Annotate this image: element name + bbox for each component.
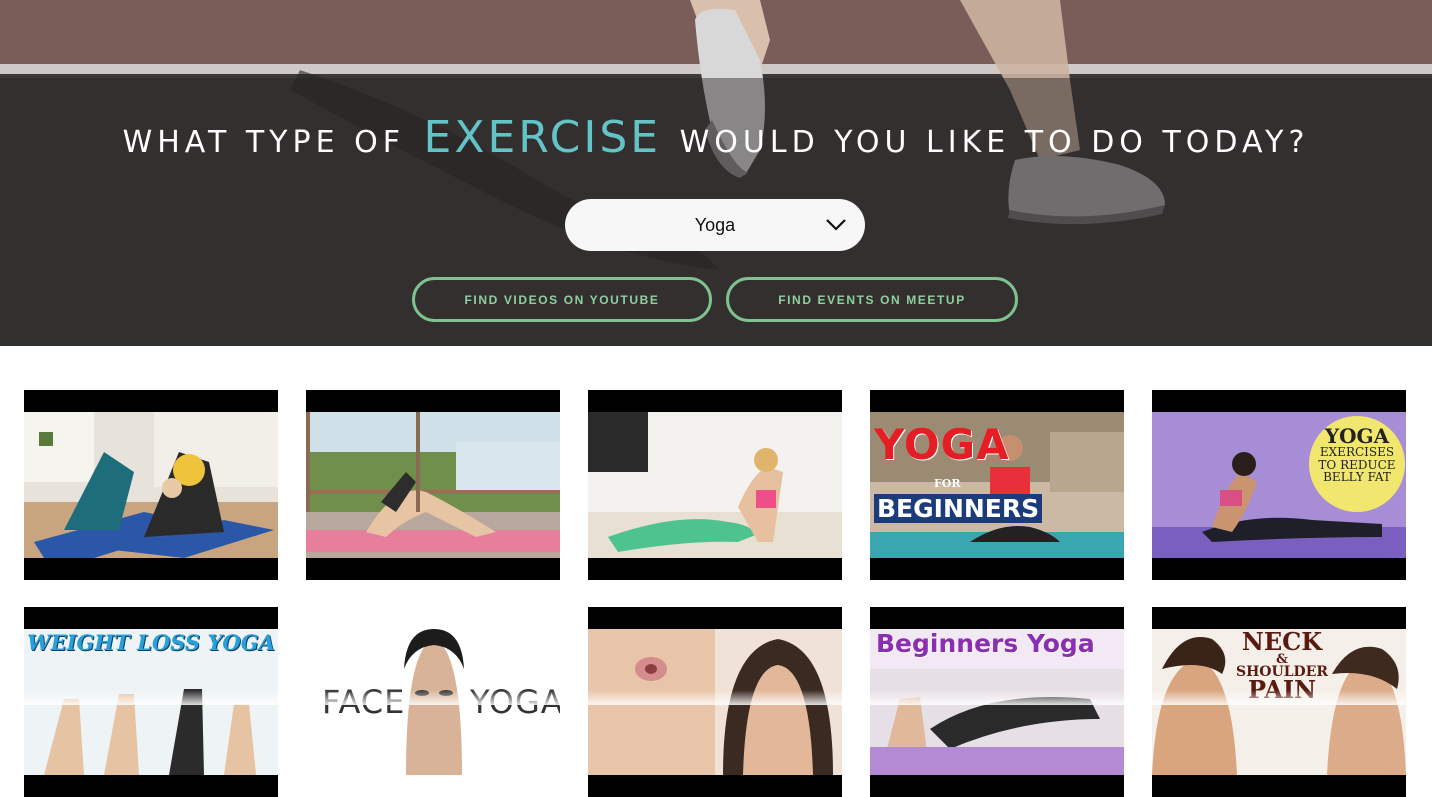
thumbnail-caption: YOGA EXERCISES TO REDUCE BELLY FAT [1318,424,1396,484]
chevron-down-icon [826,219,846,231]
video-image [24,412,278,558]
video-thumbnail[interactable] [24,390,278,580]
exercise-select[interactable]: Yoga [565,199,865,251]
thumbnail-caption: YOGA [874,420,1010,469]
question-text-before: WHAT TYPE OF [122,125,405,160]
find-videos-youtube-button[interactable]: FIND VIDEOS ON YOUTUBE [412,277,712,322]
video-thumbnail[interactable] [306,390,560,580]
find-events-meetup-label: FIND EVENTS ON MEETUP [778,292,966,307]
hero-banner: WHAT TYPE OF EXERCISE WOULD YOU LIKE TO … [0,0,1432,346]
thumbnail-caption: Beginners Yoga [876,629,1095,658]
thumbnail-caption: BEGINNERS [874,494,1043,523]
video-image [306,412,560,558]
exercise-select-value: Yoga [694,214,736,235]
thumbnail-caption: WEIGHT LOSS YOGA [27,630,275,655]
question-text-after: WOULD YOU LIKE TO DO TODAY? [679,125,1310,160]
video-results-grid: YOGA FOR BEGINNERS YOGA EXERCISES TO RED… [0,346,1432,797]
video-thumbnail[interactable] [588,390,842,580]
hero-question: WHAT TYPE OF EXERCISE WOULD YOU LIKE TO … [0,112,1432,163]
thumbnail-caption: FOR [934,477,961,490]
video-image [588,412,842,558]
question-highlight: EXERCISE [423,112,662,163]
video-thumbnail[interactable]: YOGA EXERCISES TO REDUCE BELLY FAT [1152,390,1406,580]
find-videos-youtube-label: FIND VIDEOS ON YOUTUBE [464,292,660,307]
scroll-fade [0,690,1432,705]
video-thumbnail[interactable]: YOGA FOR BEGINNERS [870,390,1124,580]
find-events-meetup-button[interactable]: FIND EVENTS ON MEETUP [726,277,1018,322]
